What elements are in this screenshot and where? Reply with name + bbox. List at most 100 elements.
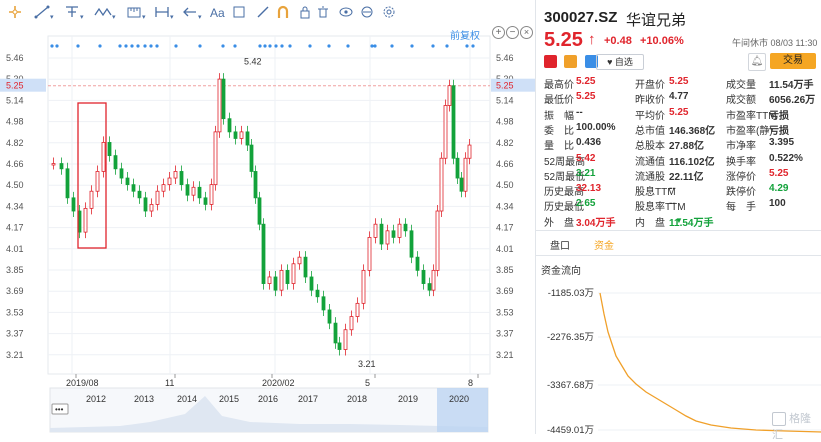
kline-svg[interactable]: 5.465.465.305.305.145.144.984.984.824.82…	[0, 26, 535, 434]
event-marker-icon[interactable]	[143, 44, 147, 48]
event-marker-icon[interactable]	[465, 44, 469, 48]
pitchfork-icon[interactable]: ▾	[64, 5, 84, 21]
price-tick-left: 4.66	[6, 159, 24, 169]
trash-icon[interactable]	[316, 5, 330, 21]
tab-orderbook[interactable]: 盘口	[550, 237, 570, 252]
lock-icon[interactable]	[298, 5, 312, 21]
event-marker-icon[interactable]	[130, 44, 134, 48]
brush-icon[interactable]	[256, 5, 270, 21]
event-marker-icon[interactable]	[327, 44, 331, 48]
fund-flow-tick: -2276.35万	[547, 332, 594, 343]
candle-body	[421, 269, 426, 284]
trend-line-icon[interactable]: ▾	[34, 5, 54, 21]
event-marker-icon[interactable]	[149, 44, 153, 48]
overview-year-label: 2014	[177, 394, 197, 404]
range-icon[interactable]: ▾	[154, 5, 174, 21]
drawing-toolbar: ▾ ▾ ▾ ▾ ▾ ▾ Aa	[0, 0, 535, 27]
stat-label: 每 手	[726, 202, 756, 214]
stat-label: 内 盘	[635, 217, 665, 229]
adjust-mode-label[interactable]: 前复权	[450, 27, 480, 42]
event-marker-icon[interactable]	[280, 44, 284, 48]
event-marker-icon[interactable]	[174, 44, 178, 48]
sync-icon[interactable]	[360, 5, 374, 21]
candle-body	[257, 197, 262, 225]
stat-value: 100	[769, 198, 786, 210]
event-marker-icon[interactable]	[50, 44, 54, 48]
watchlist-button[interactable]: ♥ 自选	[596, 54, 644, 70]
stat-value: 4.77	[669, 91, 689, 103]
event-marker-icon[interactable]	[373, 44, 377, 48]
current-price-tag-label: 5.25	[6, 81, 24, 91]
event-marker-icon[interactable]	[263, 44, 267, 48]
candle-body	[149, 204, 154, 212]
zoom-out-icon[interactable]: −	[506, 26, 519, 39]
event-marker-icon[interactable]	[431, 44, 435, 48]
stats-grid: 最高价 5.25 开盘价 5.25 成交量 11.54万手 最低价 5.25 昨收价 4.77 成交…	[536, 76, 821, 229]
event-marker-icon[interactable]	[136, 44, 140, 48]
stat-value: 5.25	[576, 76, 596, 87]
event-marker-icon[interactable]	[410, 44, 414, 48]
event-marker-icon[interactable]	[98, 44, 102, 48]
price-tick-left: 4.17	[6, 223, 24, 233]
event-marker-icon[interactable]	[124, 44, 128, 48]
price-tick-right: 3.85	[496, 265, 514, 275]
event-marker-icon[interactable]	[308, 44, 312, 48]
crosshair-icon[interactable]	[8, 5, 22, 21]
plot-frame	[47, 35, 491, 375]
stat-label: 成交量	[726, 80, 756, 91]
event-marker-icon[interactable]	[274, 44, 278, 48]
eye-icon[interactable]	[338, 5, 354, 21]
stat-value: 5.25	[669, 106, 689, 118]
event-marker-icon[interactable]	[445, 44, 449, 48]
more-icon[interactable]: •••	[55, 405, 64, 414]
candle-body	[409, 230, 414, 258]
event-marker-icon[interactable]	[233, 44, 237, 48]
price-tick-left: 4.50	[6, 180, 24, 190]
event-marker-icon[interactable]	[221, 44, 225, 48]
measure-icon[interactable]: ▾	[126, 5, 146, 21]
candle-body	[397, 223, 402, 238]
event-marker-icon[interactable]	[471, 44, 475, 48]
event-marker-icon[interactable]	[288, 44, 292, 48]
candle-body	[355, 302, 360, 317]
wave-icon[interactable]: ▾	[94, 5, 116, 21]
bell-icon[interactable]: 🔔︎	[748, 53, 766, 71]
rect-icon[interactable]	[232, 5, 246, 21]
event-marker-icon[interactable]	[198, 44, 202, 48]
price-tick-left: 5.14	[6, 95, 24, 105]
magnet-icon[interactable]	[276, 5, 290, 21]
text-tool-icon[interactable]: Aa	[210, 5, 225, 21]
arrow-icon[interactable]: ▾	[182, 5, 202, 21]
stat-value: 3.395	[769, 137, 795, 149]
event-marker-icon[interactable]	[155, 44, 159, 48]
stat-value: --	[669, 183, 676, 195]
event-marker-icon[interactable]	[390, 44, 394, 48]
event-marker-icon[interactable]	[118, 44, 122, 48]
trade-button[interactable]: 交易	[770, 53, 816, 69]
candle-body	[439, 157, 444, 212]
price-tick-left: 5.46	[6, 53, 24, 63]
settings-icon[interactable]	[382, 5, 396, 21]
close-icon[interactable]: ×	[520, 26, 533, 39]
tab-capital[interactable]: 资金	[594, 237, 614, 252]
price-tick-left: 3.53	[6, 307, 24, 317]
candle-body	[249, 144, 254, 172]
zoom-in-icon[interactable]: +	[492, 26, 505, 39]
candle-body	[233, 131, 238, 139]
event-marker-icon[interactable]	[76, 44, 80, 48]
event-marker-icon[interactable]	[370, 44, 374, 48]
last-price: 5.25	[544, 29, 583, 51]
expand-icon[interactable]: ▼	[675, 216, 683, 225]
stat-value: 0.522%	[769, 152, 803, 164]
event-marker-icon[interactable]	[55, 44, 59, 48]
price-tick-left: 3.21	[6, 350, 24, 360]
kline-chart[interactable]: 5.465.465.305.305.145.144.984.984.824.82…	[0, 26, 535, 434]
candle-body	[101, 142, 106, 172]
candle-body	[167, 177, 172, 186]
event-marker-icon[interactable]	[346, 44, 350, 48]
stat-label: 量 比	[544, 141, 574, 153]
market-status: 午间休市 08/03 11:30	[732, 38, 818, 48]
candle-body	[143, 197, 148, 212]
event-marker-icon[interactable]	[258, 44, 262, 48]
event-marker-icon[interactable]	[268, 44, 272, 48]
